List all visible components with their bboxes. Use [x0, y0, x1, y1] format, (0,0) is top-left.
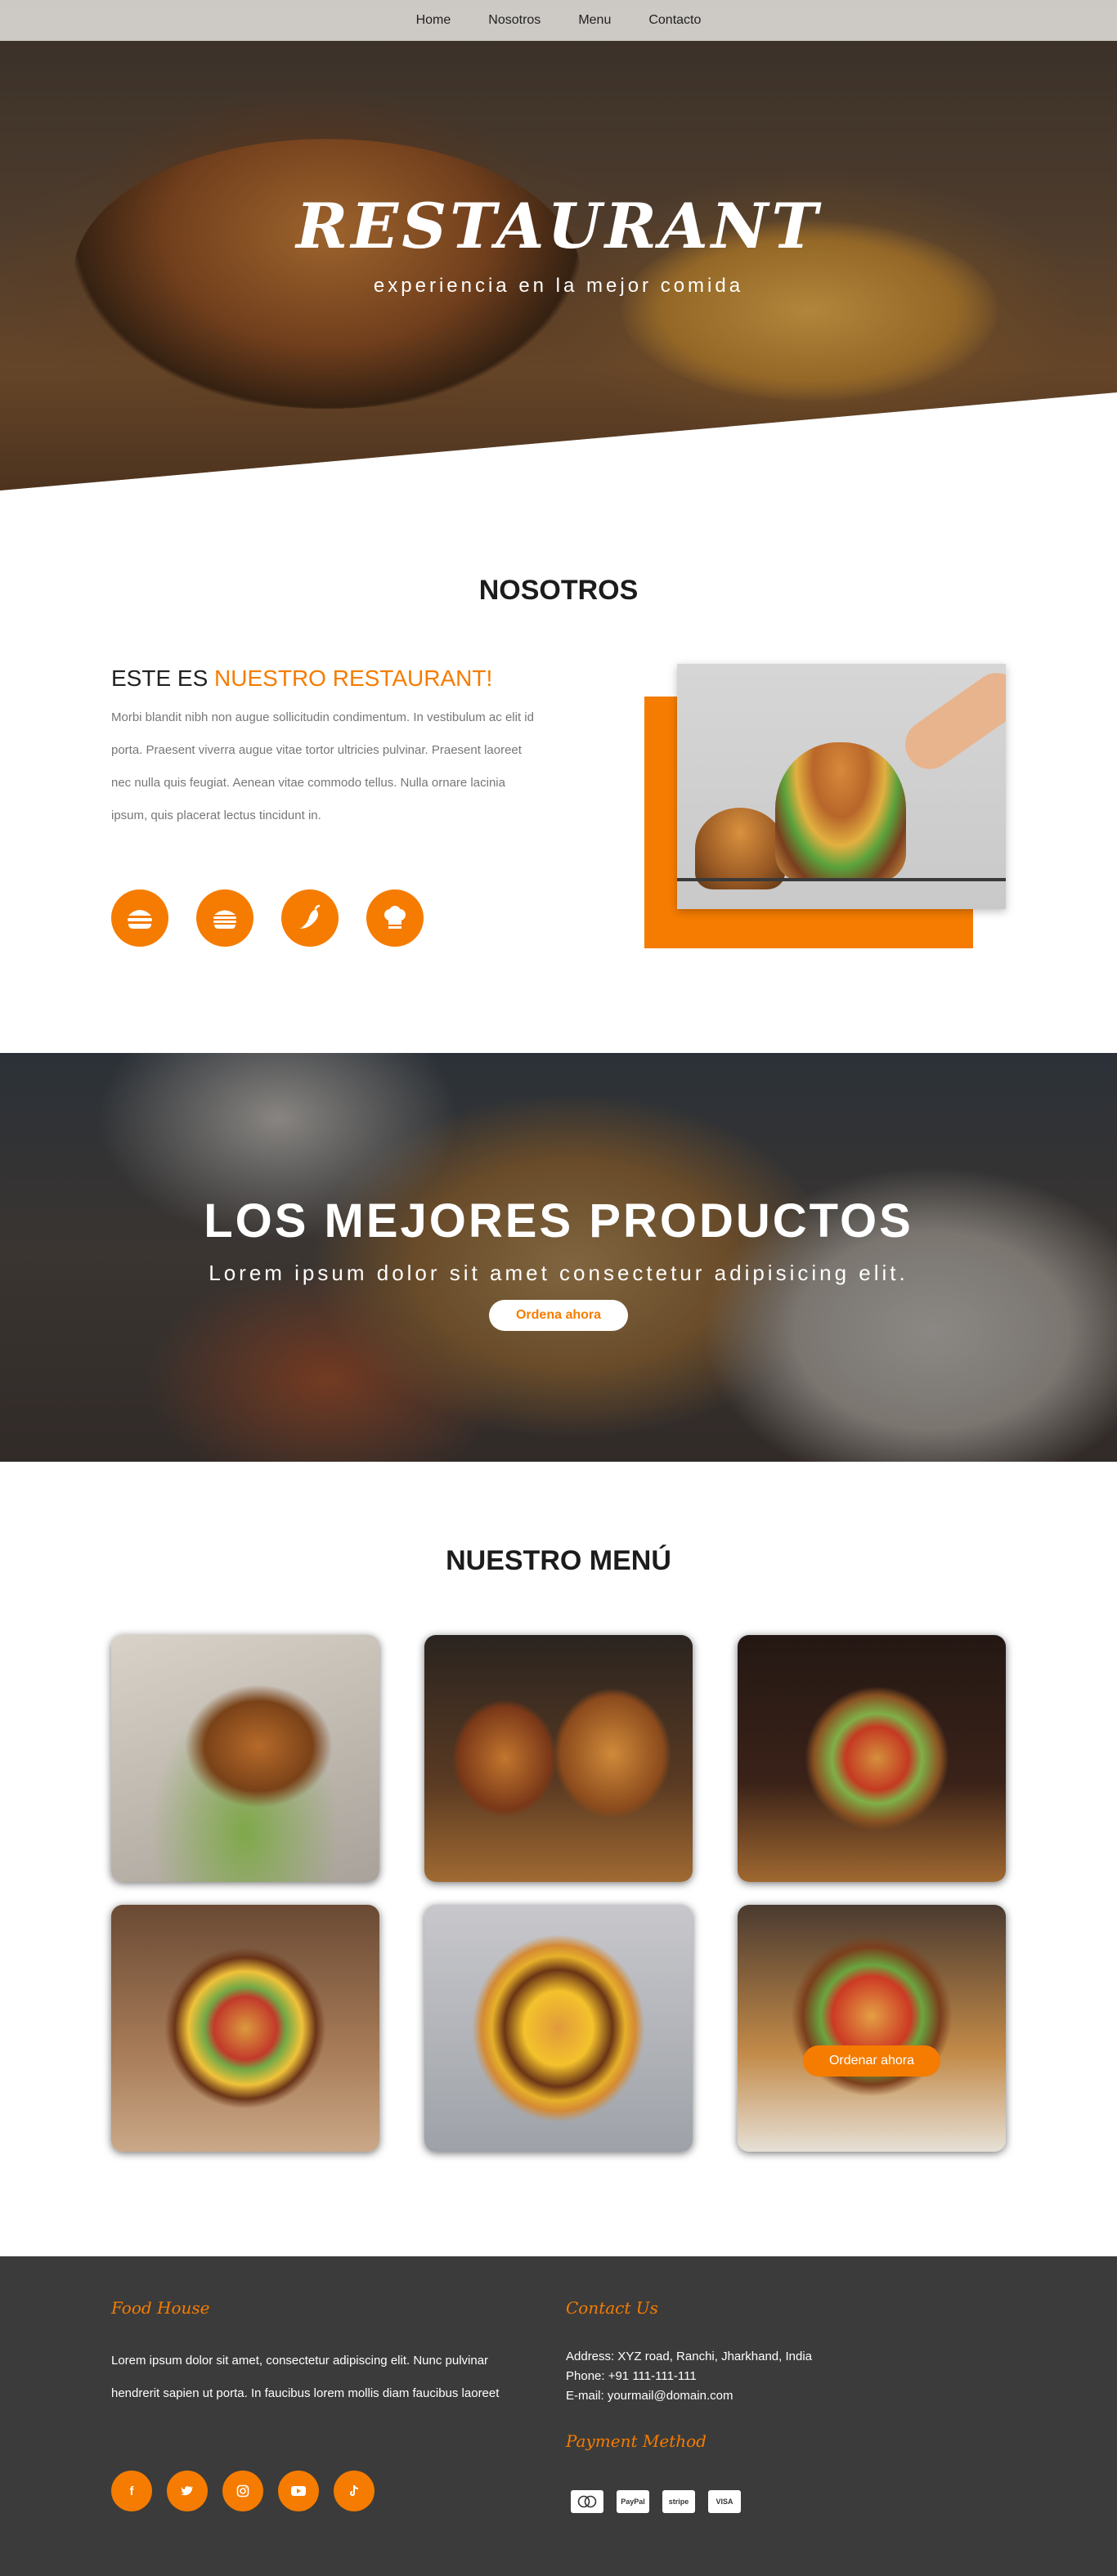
- banner-overlay: [0, 1053, 1117, 1462]
- menu-card-3[interactable]: [738, 1635, 1006, 1882]
- stripe-icon: stripe: [662, 2490, 695, 2513]
- banner-tagline: Lorem ipsum dolor sit amet consectetur a…: [209, 1261, 908, 1285]
- products-banner: LOS MEJORES PRODUCTOS Lorem ipsum dolor …: [0, 1053, 1117, 1462]
- footer-address: Address: XYZ road, Ranchi, Jharkhand, In…: [566, 2350, 812, 2363]
- about-icon-row: [111, 889, 424, 947]
- hero-section: RESTAURANT experiencia en la mejor comid…: [0, 0, 1117, 491]
- hero-subtitle: experiencia en la mejor comida: [373, 275, 744, 297]
- hero-title: RESTAURANT: [296, 190, 821, 262]
- top-nav: Home Nosotros Menu Contacto: [0, 0, 1117, 41]
- chili-icon: [281, 889, 339, 947]
- order-now-button[interactable]: Ordena ahora: [489, 1300, 628, 1331]
- tiktok-icon[interactable]: [334, 2471, 375, 2511]
- menu-card-1[interactable]: [111, 1635, 379, 1882]
- chef-hat-icon: [366, 889, 424, 947]
- burger-icon: [111, 889, 168, 947]
- footer-payment-title: Payment Method: [566, 2431, 707, 2451]
- paypal-icon: PayPal: [617, 2490, 649, 2513]
- nav-menu[interactable]: Menu: [578, 13, 611, 28]
- about-burger-photo: [677, 664, 1006, 909]
- social-links: f: [111, 2471, 375, 2511]
- payment-methods: PayPal stripe VISA: [571, 2490, 741, 2513]
- about-heading-accent: NUESTRO RESTAURANT!: [214, 665, 493, 691]
- twitter-icon[interactable]: [167, 2471, 208, 2511]
- youtube-icon[interactable]: [278, 2471, 319, 2511]
- menu-card-4[interactable]: [111, 1905, 379, 2152]
- footer-brand-text: Lorem ipsum dolor sit amet, consectetur …: [111, 2354, 500, 2400]
- nav-home[interactable]: Home: [416, 13, 451, 28]
- banner-title: LOS MEJORES PRODUCTOS: [204, 1194, 913, 1248]
- order-now-overlay-button[interactable]: Ordenar ahora: [803, 2045, 940, 2076]
- footer-brand-title: Food House: [111, 2298, 210, 2318]
- mastercard-icon: [571, 2490, 603, 2513]
- visa-icon: VISA: [708, 2490, 741, 2513]
- about-section-title: NOSOTROS: [478, 575, 639, 606]
- menu-section-title: NUESTRO MENÚ: [446, 1545, 671, 1576]
- menu-card-6[interactable]: Ordenar ahora: [738, 1905, 1006, 2152]
- menu-grid: Ordenar ahora: [111, 1635, 1006, 2152]
- instagram-icon[interactable]: [222, 2471, 263, 2511]
- sandwich-icon: [196, 889, 253, 947]
- about-heading-prefix: ESTE ES: [111, 665, 215, 691]
- footer-email: E-mail: yourmail@domain.com: [566, 2389, 733, 2403]
- facebook-icon[interactable]: f: [111, 2471, 152, 2511]
- footer-contact-title: Contact Us: [566, 2298, 658, 2318]
- about-heading: ESTE ES NUESTRO RESTAURANT!: [111, 665, 492, 692]
- footer-phone: Phone: +91 111-111-111: [566, 2369, 697, 2383]
- menu-card-2[interactable]: [424, 1635, 693, 1882]
- about-text: Morbi blandit nibh non augue sollicitudi…: [111, 710, 534, 822]
- nav-nosotros[interactable]: Nosotros: [488, 13, 541, 28]
- menu-card-5[interactable]: [424, 1905, 693, 2152]
- nav-contacto[interactable]: Contacto: [648, 13, 701, 28]
